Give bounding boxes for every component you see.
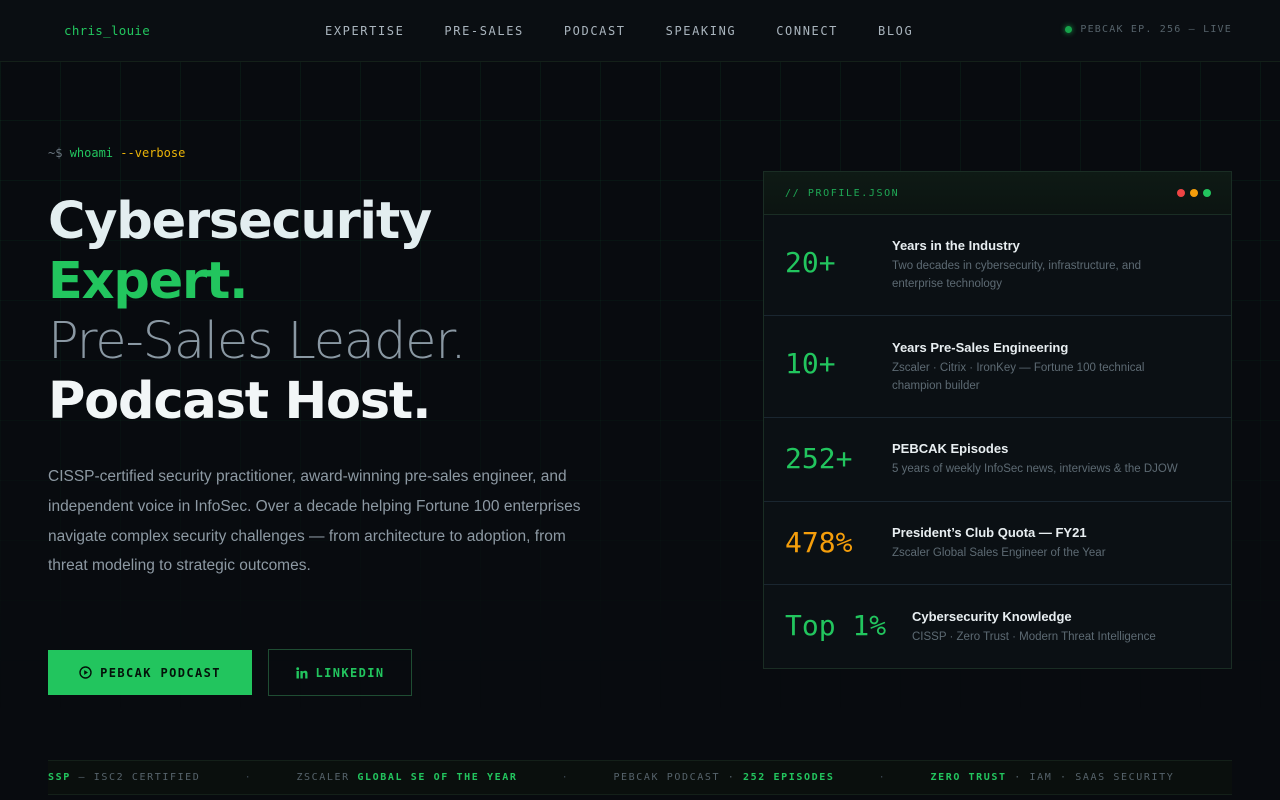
prompt-flag: --verbose [120, 146, 186, 160]
nav-speaking[interactable]: SPEAKING [666, 24, 737, 38]
headline-line-2: Expert. [48, 252, 249, 311]
nav-expertise[interactable]: EXPERTISE [325, 24, 404, 38]
stat-row-pre-sales: 10+ Years Pre-Sales Engineering Zscaler … [764, 316, 1231, 418]
profile-panel-header: // PROFILE.JSON [764, 172, 1231, 215]
stat-desc: 5 years of weekly InfoSec news, intervie… [892, 463, 1178, 475]
stat-row-episodes: 252+ PEBCAK Episodes 5 years of weekly I… [764, 418, 1231, 502]
stat-row-quota: 478% President’s Club Quota — FY21 Zscal… [764, 502, 1231, 585]
nav-podcast[interactable]: PODCAST [564, 24, 626, 38]
stat-desc: CISSP · Zero Trust · Modern Threat Intel… [912, 631, 1156, 643]
stat-value: Top 1% [785, 609, 887, 642]
stat-desc: Zscaler Global Sales Engineer of the Yea… [892, 547, 1106, 559]
headline-line-3: Pre-Sales Leader. [48, 312, 467, 371]
stat-label: Years in the Industry [892, 238, 1020, 253]
headline-line-1: Cybersecurity [48, 192, 432, 251]
stat-label: Cybersecurity Knowledge [912, 609, 1072, 624]
ticker-item: ZSCALER GLOBAL SE OF THE YEAR [296, 772, 518, 783]
stat-row-industry: 20+ Years in the Industry Two decades in… [764, 215, 1231, 316]
nav-connect[interactable]: CONNECT [776, 24, 838, 38]
hero-headline: Cybersecurity Expert. Pre-Sales Leader. … [48, 192, 467, 432]
play-circle-icon [79, 666, 92, 679]
ticker-item: PEBCAK PODCAST · 252 EPISODES [613, 772, 835, 783]
hero-intro: CISSP-certified security practitioner, a… [48, 468, 581, 575]
prompt-sign: ~$ [48, 146, 63, 160]
live-dot-icon [1065, 26, 1073, 33]
stat-value: 478% [785, 526, 853, 559]
minimize-dot-icon [1190, 189, 1198, 197]
live-status-label: PEBCAK EP. 256 — LIVE [1080, 24, 1232, 35]
ticker-item: ZERO TRUST · IAM · SAAS SECURITY [930, 772, 1175, 783]
credentials-ticker: SSP — ISC2 CERTIFIED · ZSCALER GLOBAL SE O… [48, 760, 1232, 795]
nav-pre-sales[interactable]: PRE-SALES [444, 24, 523, 38]
stat-row-knowledge: Top 1% Cybersecurity Knowledge CISSP · Z… [764, 585, 1231, 668]
ticker-separator: · [878, 772, 887, 783]
main-nav: EXPERTISE PRE-SALES PODCAST SPEAKING CON… [325, 24, 953, 38]
brand-logo[interactable]: chris_louie [64, 23, 150, 38]
linkedin-button-label: LINKEDIN [315, 665, 385, 680]
headline-line-4: Podcast Host. [48, 372, 431, 431]
maximize-dot-icon [1203, 189, 1211, 197]
close-dot-icon [1177, 189, 1185, 197]
stat-value: 252+ [785, 442, 853, 475]
profile-panel: // PROFILE.JSON 20+ Years in the Industr… [763, 171, 1232, 669]
prompt-command: whoami [69, 146, 114, 160]
stat-desc: Zscaler · Citrix · IronKey — Fortune 100… [892, 362, 1145, 392]
stat-value: 10+ [785, 347, 836, 380]
profile-panel-title: // PROFILE.JSON [785, 188, 900, 199]
linkedin-icon [295, 666, 308, 679]
pebcak-podcast-button[interactable]: PEBCAK PODCAST [48, 650, 252, 695]
window-controls [1172, 189, 1211, 197]
stat-label: President’s Club Quota — FY21 [892, 525, 1087, 540]
linkedin-button[interactable]: LINKEDIN [268, 649, 412, 696]
ticker-separator: · [244, 772, 253, 783]
top-nav-bar: chris_louie EXPERTISE PRE-SALES PODCAST … [0, 0, 1280, 62]
ticker-track: SSP — ISC2 CERTIFIED · ZSCALER GLOBAL SE O… [48, 772, 1174, 783]
terminal-prompt: ~$ whoami --verbose [48, 146, 185, 160]
stat-desc: Two decades in cybersecurity, infrastruc… [892, 260, 1142, 290]
stat-value: 20+ [785, 246, 836, 279]
nav-blog[interactable]: BLOG [878, 24, 913, 38]
stat-label: PEBCAK Episodes [892, 441, 1009, 456]
live-status[interactable]: PEBCAK EP. 256 — LIVE [1065, 24, 1232, 35]
ticker-separator: · [561, 772, 570, 783]
pebcak-podcast-button-label: PEBCAK PODCAST [100, 665, 221, 680]
stat-label: Years Pre-Sales Engineering [892, 340, 1069, 355]
ticker-item: SSP — ISC2 CERTIFIED [48, 772, 201, 783]
